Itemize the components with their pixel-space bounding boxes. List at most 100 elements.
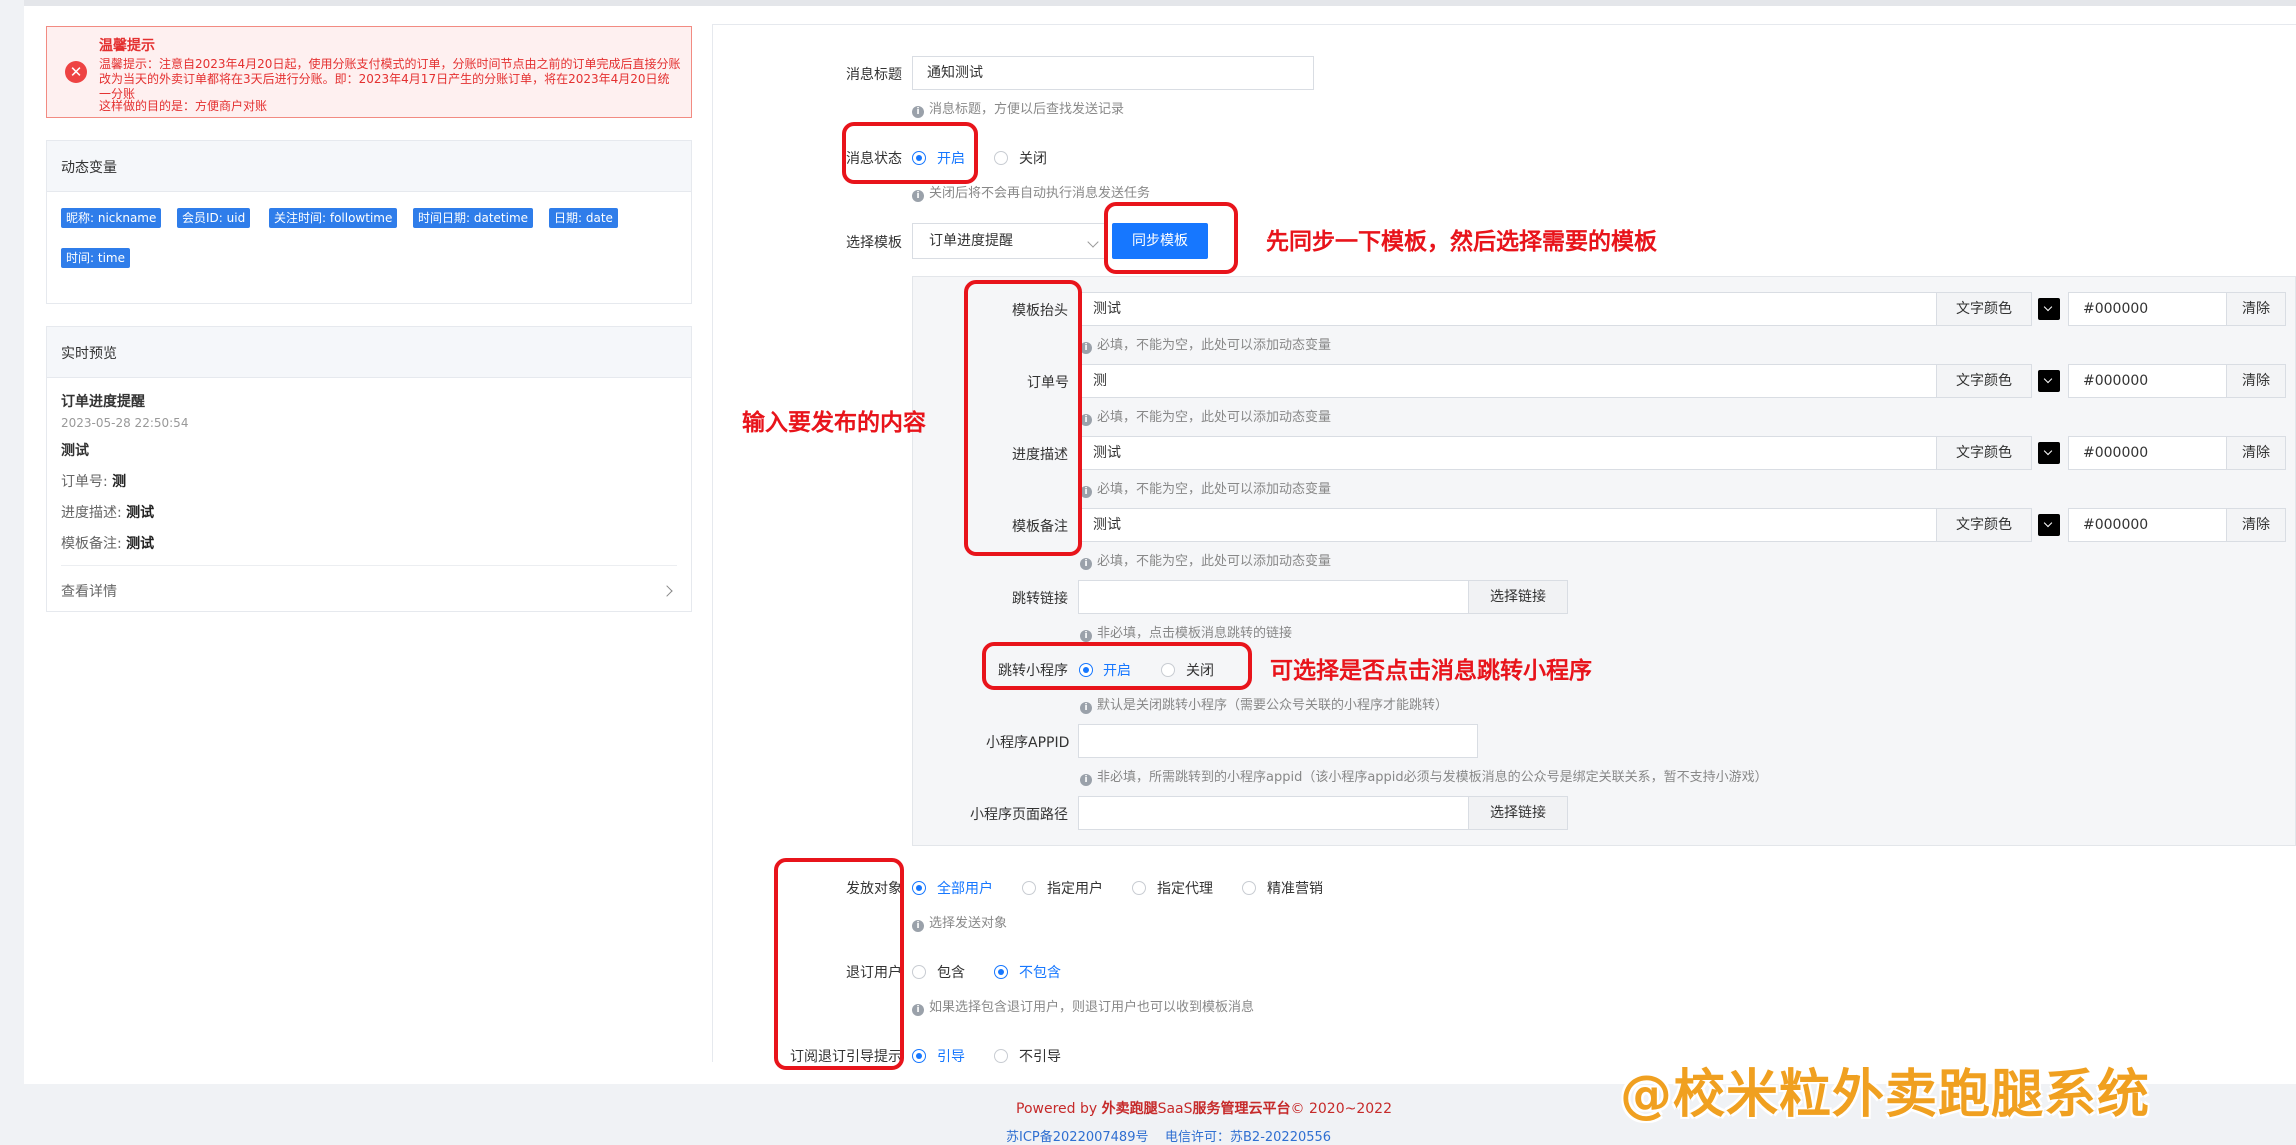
text-color-label: 文字颜色 (1936, 436, 2032, 470)
link-input[interactable] (1078, 580, 1470, 614)
chevron-down-icon (2043, 374, 2053, 384)
guide-off-text[interactable]: 不引导 (1019, 1046, 1061, 1066)
annotation-box-target (774, 858, 904, 1070)
target-all-radio[interactable] (912, 881, 926, 895)
appid-help: i 非必填，所需跳转到的小程序appid（该小程序appid必须与发模板消息的公众… (1080, 766, 1768, 786)
chevron-down-icon (2043, 518, 2053, 528)
variables-card-title: 动态变量 (61, 160, 117, 176)
color-value-input[interactable]: #000000 (2068, 508, 2228, 542)
preview-card-header: 实时预览 (47, 327, 691, 378)
preview-head: 测试 (61, 443, 89, 459)
text-color-label: 文字颜色 (1936, 292, 2032, 326)
clear-button[interactable]: 清除 (2226, 292, 2286, 326)
field-help: i 必填，不能为空，此处可以添加动态变量 (1080, 406, 1331, 426)
error-icon: ✕ (65, 61, 87, 83)
info-icon: i (1080, 702, 1092, 714)
variable-tag-datetime[interactable]: 时间日期: datetime (413, 208, 534, 228)
variable-tag-followtime[interactable]: 关注时间: followtime (269, 208, 398, 228)
guide-on-text[interactable]: 引导 (937, 1046, 965, 1066)
variable-tag-nickname[interactable]: 昵称: nickname (61, 208, 162, 228)
unsub-include-radio[interactable] (912, 965, 926, 979)
clear-button[interactable]: 清除 (2226, 508, 2286, 542)
info-icon: i (912, 190, 924, 202)
variable-tag-uid[interactable]: 会员ID: uid (177, 208, 251, 228)
license-link[interactable]: 电信许可：苏B2-20220556 (1165, 1130, 1331, 1145)
preview-row-label: 订单号: (61, 474, 108, 490)
status-off-text[interactable]: 关闭 (1019, 148, 1047, 168)
field-input-header[interactable]: 测试 (1078, 292, 1938, 326)
preview-row-value: 测试 (126, 505, 155, 521)
chevron-right-icon[interactable] (661, 585, 673, 597)
info-icon: i (1080, 558, 1092, 570)
link-label: 跳转链接 (1012, 591, 1068, 607)
unsub-exclude-text[interactable]: 不包含 (1019, 962, 1061, 982)
text-color-label: 文字颜色 (1936, 508, 2032, 542)
field-input-remark[interactable]: 测试 (1078, 508, 1938, 542)
target-user-radio[interactable] (1022, 881, 1036, 895)
info-icon: i (912, 1004, 924, 1016)
variable-tag-time[interactable]: 时间: time (61, 248, 130, 268)
template-select[interactable]: 订单进度提醒 (912, 223, 1106, 259)
unsub-exclude-radio[interactable] (994, 965, 1008, 979)
info-icon: i (912, 920, 924, 932)
guide-on-radio[interactable] (912, 1049, 926, 1063)
variable-tag-date[interactable]: 日期: date (549, 208, 618, 228)
target-all-text[interactable]: 全部用户 (937, 878, 993, 898)
guide-off-radio[interactable] (994, 1049, 1008, 1063)
color-swatch[interactable] (2038, 298, 2060, 320)
preview-row: 进度描述: 测试 (61, 502, 154, 522)
chevron-down-icon (2043, 302, 2053, 312)
annotation-box-fields (964, 280, 1082, 556)
info-icon: i (912, 106, 924, 118)
annotation-box-mini (982, 642, 1252, 690)
field-help: i 必填，不能为空，此处可以添加动态变量 (1080, 334, 1331, 354)
icp-link[interactable]: 苏ICP备2022007489号 (1006, 1130, 1148, 1145)
preview-row-label: 模板备注: (61, 536, 122, 552)
field-help: i 必填，不能为空，此处可以添加动态变量 (1080, 478, 1331, 498)
choose-path-link-button[interactable]: 选择链接 (1468, 796, 1568, 830)
annotation-box-sync (1104, 202, 1238, 274)
color-value-input[interactable]: #000000 (2068, 364, 2228, 398)
color-value-input[interactable]: #000000 (2068, 436, 2228, 470)
warning-alert: ✕ 温馨提示 温馨提示：注意自2023年4月20日起，使用分账支付模式的订单，分… (46, 26, 692, 118)
warning-subtext: 这样做的目的是：方便商户对账 (99, 99, 268, 113)
unsub-include-text[interactable]: 包含 (937, 962, 965, 982)
status-off-radio[interactable] (994, 151, 1008, 165)
field-input-progress[interactable]: 测试 (1078, 436, 1938, 470)
preview-row: 模板备注: 测试 (61, 533, 154, 553)
target-agent-text[interactable]: 指定代理 (1157, 878, 1213, 898)
clear-button[interactable]: 清除 (2226, 436, 2286, 470)
preview-row-label: 进度描述: (61, 505, 122, 521)
annotation-note-mini: 可选择是否点击消息跳转小程序 (1270, 658, 1592, 684)
color-swatch[interactable] (2038, 514, 2060, 536)
target-marketing-radio[interactable] (1242, 881, 1256, 895)
unsub-help: i 如果选择包含退订用户，则退订用户也可以收到模板消息 (912, 996, 1254, 1016)
target-user-text[interactable]: 指定用户 (1047, 878, 1103, 898)
preview-divider (61, 565, 677, 566)
path-input[interactable] (1078, 796, 1470, 830)
footer-powered: Powered by 外卖跑腿SaaS服务管理云平台© 2020~2022 (1016, 1101, 1392, 1117)
target-marketing-text[interactable]: 精准营销 (1267, 878, 1323, 898)
warning-title: 温馨提示 (99, 38, 155, 54)
color-swatch[interactable] (2038, 442, 2060, 464)
clear-button[interactable]: 清除 (2226, 364, 2286, 398)
msg-title-label: 消息标题 (846, 67, 902, 83)
choose-link-button[interactable]: 选择链接 (1468, 580, 1568, 614)
chevron-down-icon (2043, 446, 2053, 456)
warning-text: 温馨提示：注意自2023年4月20日起，使用分账支付模式的订单，分账时间节点由之… (99, 57, 681, 101)
msg-title-input[interactable]: 通知测试 (912, 56, 1314, 90)
template-select-value: 订单进度提醒 (929, 233, 1013, 249)
info-icon: i (1080, 774, 1092, 786)
target-agent-radio[interactable] (1132, 881, 1146, 895)
preview-row-value: 测 (112, 474, 127, 490)
preview-details-link[interactable]: 查看详情 (61, 581, 117, 601)
preview-time: 2023-05-28 22:50:54 (61, 416, 189, 430)
template-label: 选择模板 (846, 235, 902, 251)
preview-card-title: 实时预览 (61, 346, 117, 362)
appid-input[interactable] (1078, 724, 1478, 758)
field-help: i 必填，不能为空，此处可以添加动态变量 (1080, 550, 1331, 570)
color-swatch[interactable] (2038, 370, 2060, 392)
field-input-order[interactable]: 测 (1078, 364, 1938, 398)
color-value-input[interactable]: #000000 (2068, 292, 2228, 326)
path-label: 小程序页面路径 (970, 807, 1068, 823)
